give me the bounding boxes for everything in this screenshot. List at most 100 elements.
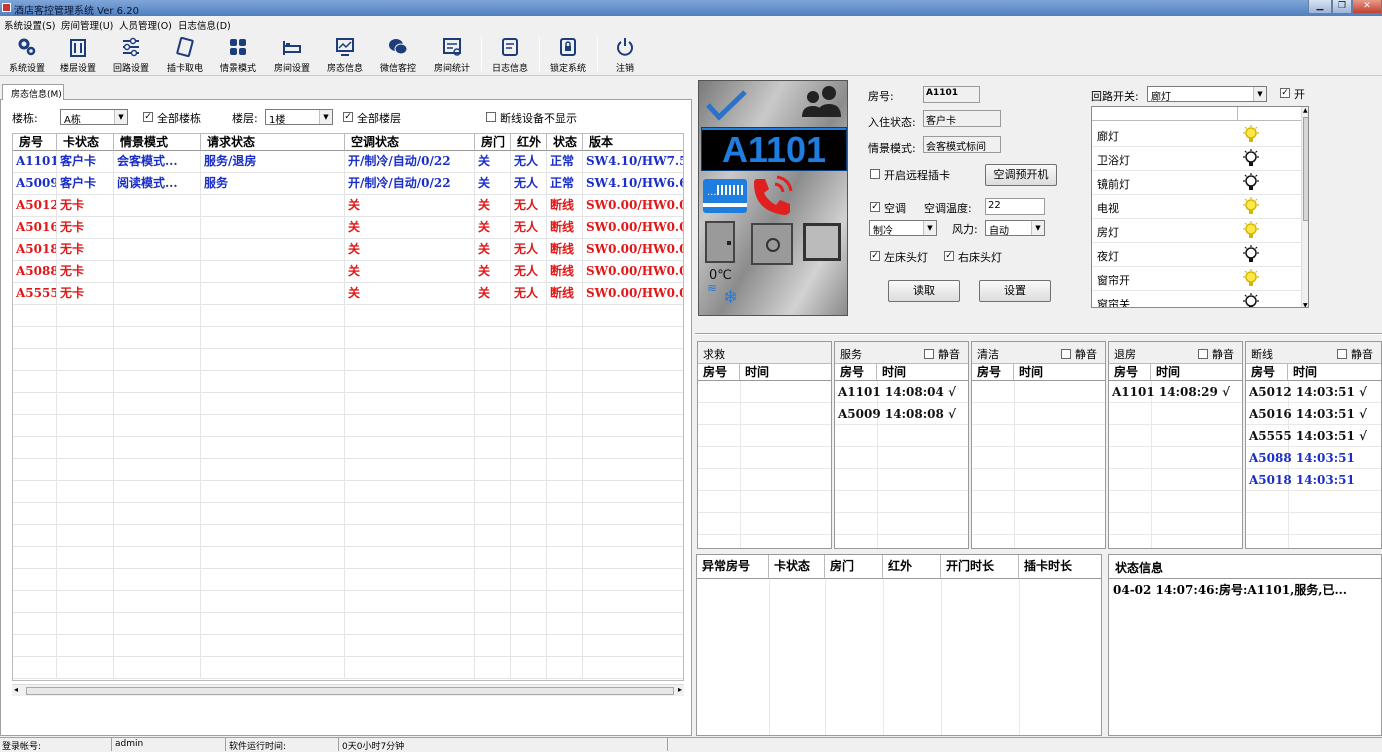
- column-header[interactable]: 空调状态: [345, 134, 475, 151]
- loop-item[interactable]: 廊灯: [1092, 123, 1302, 147]
- toolbar-scene-mode[interactable]: 情景模式: [211, 35, 265, 75]
- mute-toggle[interactable]: 静音: [1198, 346, 1234, 362]
- list-item[interactable]: A5555 14:03:51 √: [1246, 425, 1381, 447]
- list-item[interactable]: [698, 381, 831, 403]
- toolbar-wechat[interactable]: 微信客控: [371, 35, 425, 75]
- loop-item[interactable]: 窗帘开: [1092, 267, 1302, 291]
- table-row[interactable]: [13, 371, 683, 393]
- table-row[interactable]: [13, 415, 683, 437]
- list-item[interactable]: [972, 535, 1105, 548]
- list-item[interactable]: [972, 381, 1105, 403]
- list-item[interactable]: [1109, 535, 1242, 548]
- table-row[interactable]: [13, 481, 683, 503]
- ac-preopen-button[interactable]: 空调预开机: [985, 164, 1057, 186]
- menu-log[interactable]: 日志信息(D): [178, 18, 231, 32]
- column-header[interactable]: 状态: [547, 134, 583, 151]
- list-item[interactable]: [835, 425, 968, 447]
- close-button[interactable]: ✕: [1352, 0, 1382, 14]
- right-bed-light-checkbox[interactable]: ✓: [944, 251, 954, 261]
- column-header[interactable]: 时间: [1014, 364, 1105, 381]
- list-item[interactable]: [698, 425, 831, 447]
- column-header[interactable]: 卡状态: [57, 134, 114, 151]
- table-row[interactable]: A5016无卡关关无人断线SW0.00/HW0.00: [13, 217, 683, 239]
- list-item[interactable]: [835, 513, 968, 535]
- table-row[interactable]: [13, 327, 683, 349]
- list-item[interactable]: [1109, 447, 1242, 469]
- scene-field[interactable]: 会客模式标间: [923, 136, 1001, 153]
- floor-select[interactable]: 1楼 ▼: [265, 109, 333, 126]
- mute-checkbox[interactable]: [1061, 349, 1071, 359]
- list-item[interactable]: A5012 14:03:51 √: [1246, 381, 1381, 403]
- list-item[interactable]: [972, 447, 1105, 469]
- loop-item[interactable]: 镜前灯: [1092, 171, 1302, 195]
- table-row[interactable]: A5012无卡关关无人断线SW0.00/HW0.00: [13, 195, 683, 217]
- toolbar-room-stats[interactable]: 房间统计: [425, 35, 479, 75]
- menu-staff[interactable]: 人员管理(O): [119, 18, 172, 32]
- column-header[interactable]: 房号: [698, 364, 740, 381]
- column-header[interactable]: 房门: [825, 555, 883, 579]
- scroll-left-icon[interactable]: ◂: [14, 685, 18, 694]
- mute-toggle[interactable]: 静音: [1061, 346, 1097, 362]
- table-row[interactable]: A5555无卡关关无人断线SW0.00/HW0.00: [13, 283, 683, 305]
- column-header[interactable]: 房号: [972, 364, 1014, 381]
- splitter[interactable]: [695, 333, 1382, 335]
- list-item[interactable]: [972, 491, 1105, 513]
- scroll-right-icon[interactable]: ▸: [678, 685, 682, 694]
- table-row[interactable]: A5088无卡关关无人断线SW0.00/HW0.00: [13, 261, 683, 283]
- toolbar-card-power[interactable]: 插卡取电: [158, 35, 212, 75]
- column-header[interactable]: 房号: [1246, 364, 1288, 381]
- list-item[interactable]: [835, 491, 968, 513]
- list-item[interactable]: [835, 469, 968, 491]
- tab-room-status[interactable]: 房态信息(M): [2, 84, 64, 101]
- list-item[interactable]: [1109, 513, 1242, 535]
- ac-checkbox[interactable]: ✓: [870, 202, 880, 212]
- mute-toggle[interactable]: 静音: [924, 346, 960, 362]
- checkin-field[interactable]: 客户卡: [923, 110, 1001, 127]
- toolbar-logout[interactable]: 注销: [598, 35, 652, 75]
- list-item[interactable]: [698, 469, 831, 491]
- table-row[interactable]: [13, 613, 683, 635]
- scroll-down-icon[interactable]: ▼: [1303, 302, 1308, 307]
- table-row[interactable]: A5018无卡关关无人断线SW0.00/HW0.00: [13, 239, 683, 261]
- column-header[interactable]: 开门时长: [941, 555, 1019, 579]
- read-button[interactable]: 读取: [888, 280, 960, 302]
- list-item[interactable]: [698, 513, 831, 535]
- table-row[interactable]: [13, 459, 683, 481]
- horizontal-scrollbar[interactable]: ◂ ▸: [12, 684, 684, 696]
- mute-checkbox[interactable]: [924, 349, 934, 359]
- table-row[interactable]: [13, 503, 683, 525]
- toolbar-system-settings[interactable]: 系统设置: [0, 35, 54, 75]
- list-item[interactable]: A5009 14:08:08 √: [835, 403, 968, 425]
- list-item[interactable]: A5018 14:03:51: [1246, 469, 1381, 491]
- all-buildings-checkbox[interactable]: ✓: [143, 112, 153, 122]
- scroll-thumb[interactable]: [1303, 117, 1308, 221]
- table-row[interactable]: A5009 客户卡 阅读模式... 服务 开/制冷/自动/0/22 关无人 正常 SW4.10…: [13, 173, 683, 195]
- left-bed-light-checkbox[interactable]: ✓: [870, 251, 880, 261]
- toolbar-log-info[interactable]: 日志信息: [483, 35, 537, 75]
- remote-card-checkbox[interactable]: [870, 169, 880, 179]
- list-item[interactable]: [1246, 535, 1381, 548]
- list-item[interactable]: [1109, 403, 1242, 425]
- loop-item[interactable]: 夜灯: [1092, 243, 1302, 267]
- column-header[interactable]: 插卡时长: [1019, 555, 1101, 579]
- list-item[interactable]: A1101 14:08:04 √: [835, 381, 968, 403]
- menu-system[interactable]: 系统设置(S): [4, 18, 55, 32]
- list-item[interactable]: [972, 469, 1105, 491]
- column-header[interactable]: 时间: [740, 364, 831, 381]
- mute-toggle[interactable]: 静音: [1337, 346, 1373, 362]
- table-row[interactable]: [13, 657, 683, 679]
- table-row[interactable]: [13, 305, 683, 327]
- column-header[interactable]: 情景模式: [114, 134, 201, 151]
- loop-list-scrollbar[interactable]: ▲ ▼: [1301, 107, 1308, 307]
- hide-offline-checkbox[interactable]: [486, 112, 496, 122]
- ac-temp-field[interactable]: 22: [985, 198, 1045, 215]
- loop-item[interactable]: 房灯: [1092, 219, 1302, 243]
- column-header[interactable]: 红外: [511, 134, 547, 151]
- maximize-button[interactable]: ❐: [1332, 0, 1352, 14]
- list-item[interactable]: [972, 425, 1105, 447]
- mute-checkbox[interactable]: [1337, 349, 1347, 359]
- column-header[interactable]: 请求状态: [201, 134, 345, 151]
- table-row[interactable]: [13, 437, 683, 459]
- list-item[interactable]: [1246, 491, 1381, 513]
- column-header[interactable]: 时间: [1288, 364, 1381, 381]
